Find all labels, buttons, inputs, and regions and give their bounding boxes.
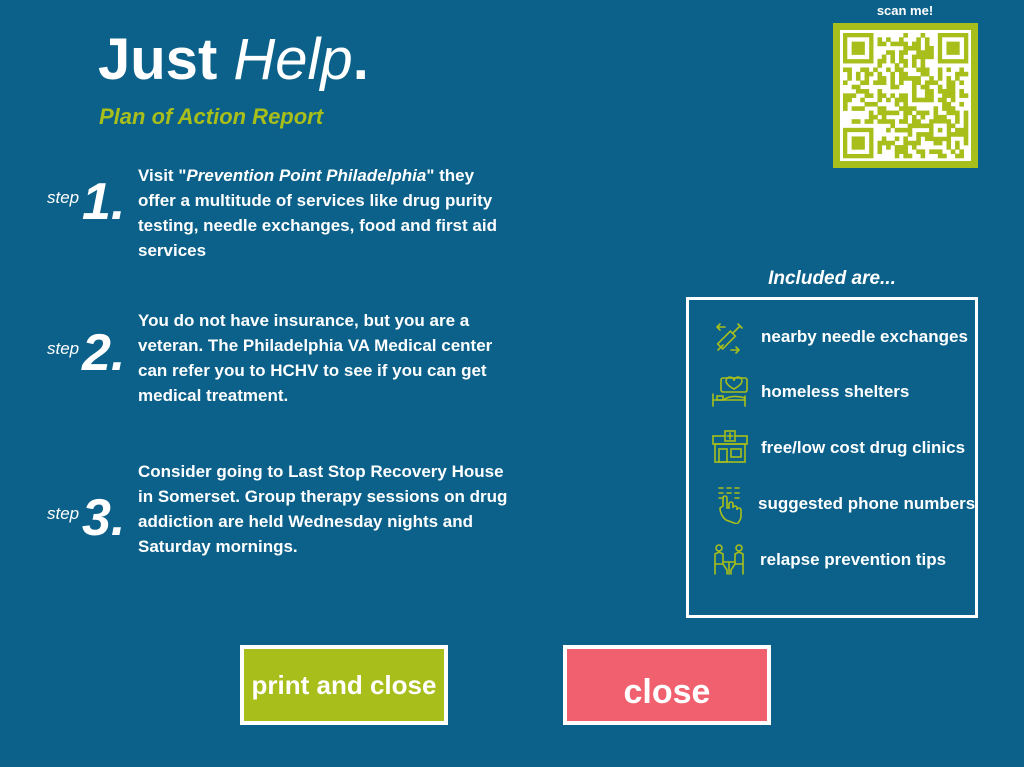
included-item: free/low cost drug clinics — [689, 428, 975, 468]
group-support-icon — [709, 540, 749, 580]
clinic-icon — [709, 428, 749, 468]
step-1-number: 1. — [82, 173, 126, 231]
page-subtitle: Plan of Action Report — [99, 104, 324, 129]
step-3-text: Consider going to Last Stop Recovery Hou… — [138, 462, 508, 556]
step-1-text-emphasis: Prevention Point Philadelphia — [186, 166, 427, 185]
included-item-text: relapse prevention tips — [760, 550, 947, 569]
phone-dial-icon — [709, 484, 749, 525]
step-3-label: step — [47, 504, 80, 523]
step-1-text: Visit "Prevention Point Philadelphia" th… — [138, 163, 510, 263]
included-item: relapse prevention tips — [689, 540, 975, 580]
included-item-text: homeless shelters — [761, 382, 910, 401]
included-item: suggested phone numbers — [689, 484, 976, 525]
page-title: Just Help. — [98, 28, 369, 92]
included-item: homeless shelters — [689, 372, 975, 412]
title-italic: Help — [233, 27, 353, 92]
syringe-icon — [709, 317, 749, 357]
included-box: nearby needle exchanges homeless shelter… — [686, 297, 978, 618]
title-dot: . — [352, 27, 369, 92]
included-item: nearby needle exchanges — [689, 317, 975, 357]
step-1-label: step — [47, 188, 80, 207]
step-2-number: 2. — [82, 324, 126, 382]
step-1-text-prefix: Visit " — [138, 166, 187, 185]
step-2-label: step — [47, 339, 80, 358]
included-label: Included are... — [768, 268, 896, 289]
step-3-number: 3. — [82, 489, 126, 547]
print-and-close-button[interactable]: print and close — [240, 645, 448, 725]
included-item-text: free/low cost drug clinics — [761, 438, 966, 457]
close-button[interactable]: close — [563, 645, 771, 725]
qr-code[interactable] — [833, 23, 978, 168]
title-bold: Just — [98, 27, 218, 92]
included-item-text: suggested phone numbers — [758, 494, 976, 513]
step-2-text: You do not have insurance, but you are a… — [138, 311, 493, 405]
included-item-text: nearby needle exchanges — [761, 327, 968, 346]
qr-label: scan me! — [876, 3, 934, 18]
bed-shelter-icon — [709, 372, 749, 412]
